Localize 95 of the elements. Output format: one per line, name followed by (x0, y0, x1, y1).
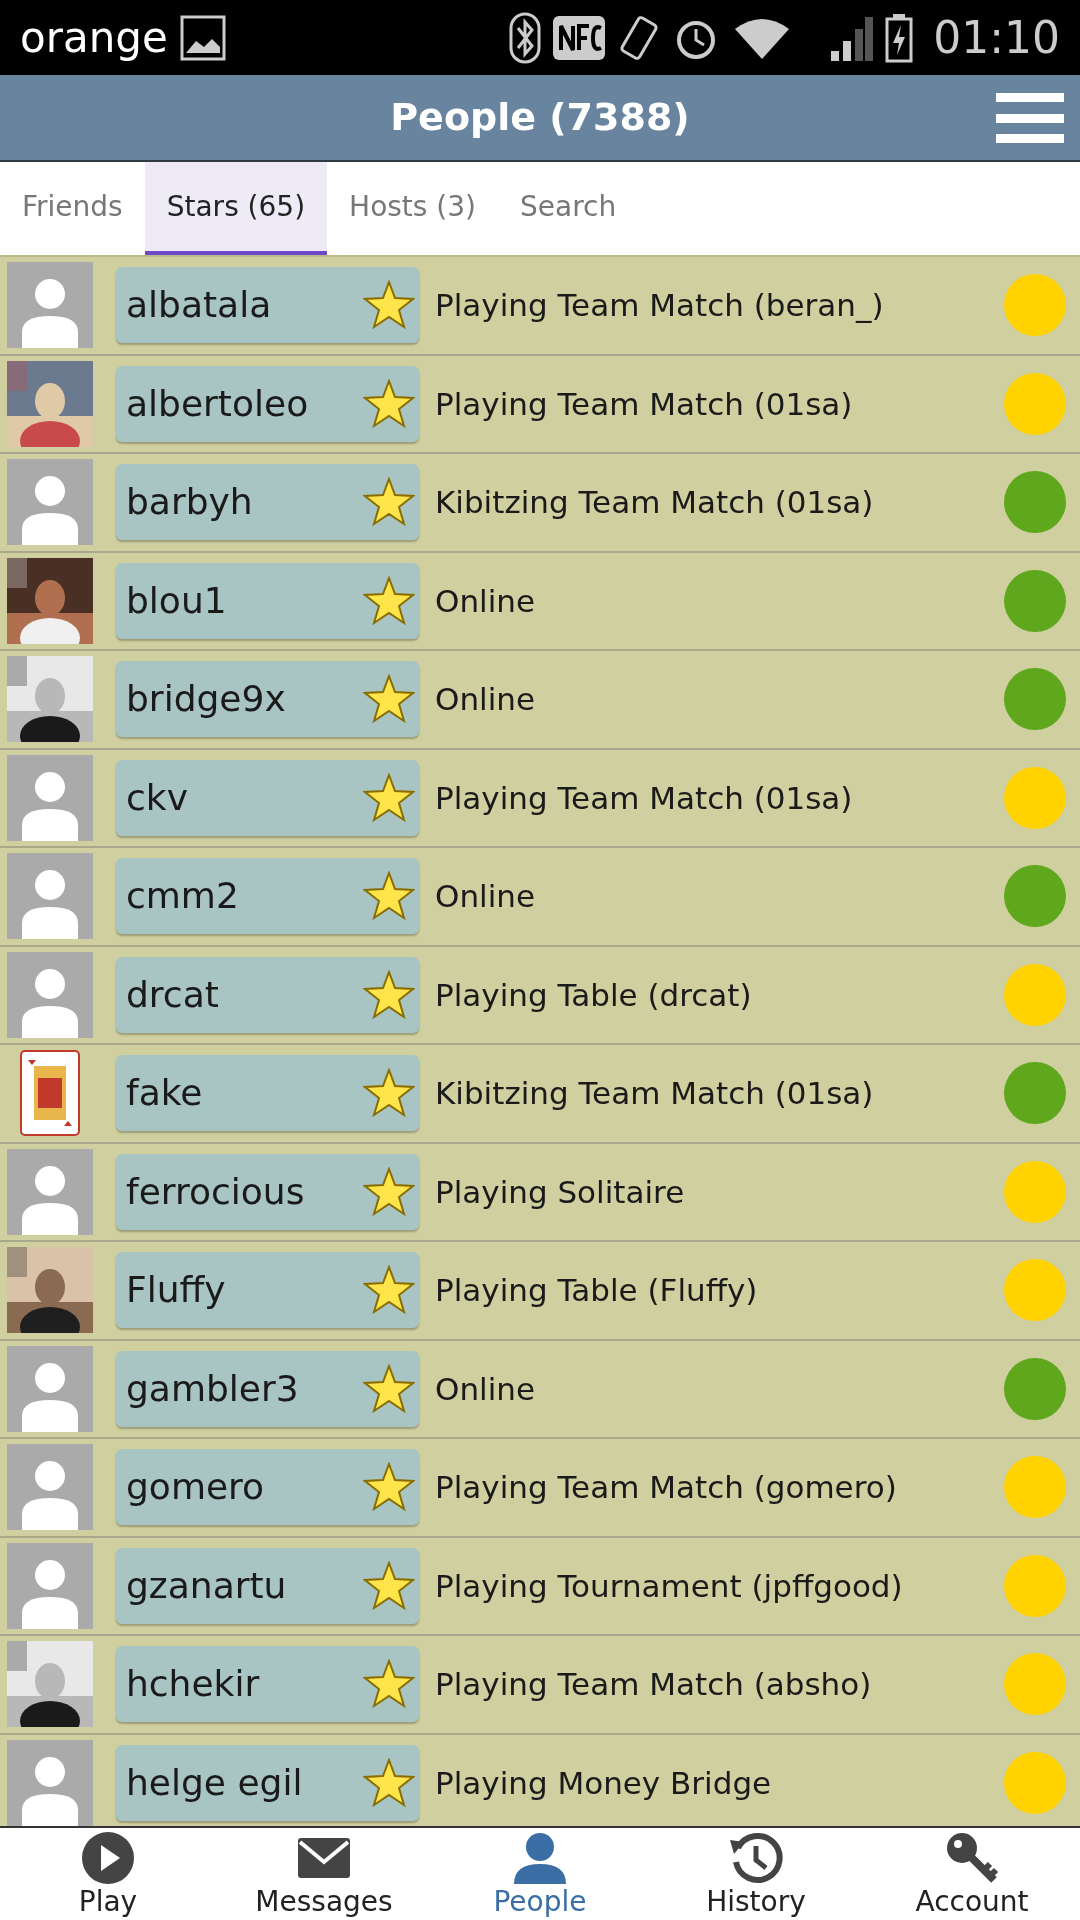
player-status: Playing Team Match (beran_) (435, 286, 885, 325)
menu-icon[interactable] (996, 93, 1064, 143)
bluetooth-icon (509, 11, 542, 64)
player-name: drcat (126, 972, 220, 1017)
player-name: gomero (126, 1465, 266, 1510)
player-name-button[interactable]: gomero (116, 1449, 419, 1526)
star-icon[interactable] (363, 1363, 415, 1414)
avatar-placeholder-icon (7, 754, 93, 841)
player-name-button[interactable]: helge egil (116, 1744, 419, 1821)
star-icon[interactable] (363, 1560, 415, 1611)
player-status: Playing Solitaire (435, 1172, 686, 1212)
player-name-button[interactable]: drcat (116, 956, 419, 1033)
star-icon[interactable] (363, 378, 415, 429)
player-name-button[interactable]: albatala (116, 267, 419, 344)
avatar-placeholder-icon (7, 1444, 93, 1531)
star-icon[interactable] (363, 575, 415, 626)
player-name: gambler3 (126, 1366, 300, 1411)
nav-tab[interactable]: History (648, 1828, 864, 1920)
player-name: ferrocious (126, 1169, 306, 1214)
play-icon (80, 1830, 136, 1886)
star-icon[interactable] (363, 871, 415, 922)
player-name: albertoleo (126, 381, 310, 426)
star-icon[interactable] (363, 772, 415, 823)
player-status: Online (435, 877, 536, 916)
player-name-button[interactable]: Fluffy (116, 1252, 419, 1329)
player-name: barbyh (126, 480, 254, 525)
player-name-button[interactable]: gzanartu (116, 1547, 419, 1624)
player-name: cmm2 (126, 874, 240, 919)
person-icon (512, 1830, 568, 1886)
tab[interactable]: Friends (0, 162, 145, 255)
image-icon (179, 14, 226, 61)
clock-time: 01:10 (933, 10, 1060, 65)
player-status: Online (435, 581, 536, 621)
nav-tab[interactable]: People (432, 1828, 648, 1920)
player-name-button[interactable]: gambler3 (116, 1350, 419, 1427)
star-icon[interactable] (363, 674, 415, 725)
avatar-placeholder-icon (7, 459, 93, 546)
player-name-button[interactable]: hchekir (116, 1646, 419, 1723)
avatar-placeholder-icon (7, 1542, 93, 1629)
tab[interactable]: Hosts (3) (327, 162, 498, 255)
nav-tab[interactable]: Play (0, 1828, 216, 1920)
star-icon[interactable] (363, 969, 415, 1020)
avatar-placeholder-icon (7, 951, 93, 1038)
player-status: Online (435, 1369, 536, 1409)
nav-tab[interactable]: Messages (216, 1828, 432, 1920)
player-name: ckv (126, 775, 189, 820)
player-status: Kibitzing Team Match (01sa) (435, 1074, 875, 1113)
player-name-button[interactable]: blou1 (116, 562, 419, 639)
player-status: Online (435, 680, 536, 719)
star-icon[interactable] (363, 280, 415, 331)
player-name-button[interactable]: cmm2 (116, 858, 419, 935)
player-name: bridge9x (126, 677, 287, 722)
player-status: Kibitzing Team Match (01sa) (435, 483, 875, 522)
player-name-button[interactable]: barbyh (116, 464, 419, 541)
avatar-placeholder-icon (7, 1345, 93, 1432)
player-status: Playing Team Match (01sa) (435, 384, 854, 424)
player-name-button[interactable]: bridge9x (116, 661, 419, 738)
star-icon[interactable] (363, 1166, 415, 1217)
star-icon[interactable] (363, 1757, 415, 1808)
star-icon[interactable] (363, 1265, 415, 1316)
star-icon[interactable] (363, 1068, 415, 1119)
player-status: Playing Tournament (jpffgood) (435, 1566, 904, 1606)
battery-charging-icon (885, 12, 914, 63)
star-icon[interactable] (363, 1462, 415, 1513)
player-name-button[interactable]: ckv (116, 759, 419, 836)
tab[interactable]: Search (498, 162, 639, 255)
player-status: Playing Money Bridge (435, 1763, 773, 1803)
player-name: hchekir (126, 1662, 261, 1707)
player-status: Playing Table (drcat) (435, 975, 753, 1015)
player-status: Playing Team Match (gomero) (435, 1468, 898, 1507)
page-title: People (7388) (390, 94, 690, 141)
nfc-icon (553, 15, 606, 60)
player-status: Playing Team Match (absho) (435, 1665, 873, 1704)
player-name: blou1 (126, 578, 228, 623)
playing-card-icon (20, 1050, 80, 1137)
star-icon[interactable] (363, 1659, 415, 1710)
player-name: gzanartu (126, 1563, 288, 1608)
player-name: fake (126, 1071, 204, 1116)
player-status: Playing Team Match (01sa) (435, 778, 854, 818)
star-icon[interactable] (363, 477, 415, 528)
player-name-button[interactable]: albertoleo (116, 365, 419, 442)
avatar-placeholder-icon (7, 1148, 93, 1235)
avatar-placeholder-icon (7, 853, 93, 940)
player-name: albatala (126, 283, 273, 328)
player-status: Playing Table (Fluffy) (435, 1271, 759, 1310)
signal-icon (829, 14, 874, 61)
player-name: Fluffy (126, 1268, 227, 1313)
tab[interactable]: Stars (65) (144, 162, 328, 255)
history-icon (728, 1830, 784, 1886)
player-name-button[interactable]: fake (116, 1055, 419, 1132)
player-name-button[interactable]: ferrocious (116, 1153, 419, 1230)
carrier-name: orange (20, 12, 168, 64)
player-name: helge egil (126, 1760, 304, 1805)
avatar-placeholder-icon (7, 262, 93, 349)
nav-tab[interactable]: Account (864, 1828, 1080, 1920)
